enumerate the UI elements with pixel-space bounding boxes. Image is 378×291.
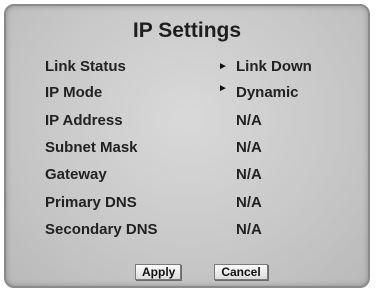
row-ip-address: IP Address N/A bbox=[6, 110, 368, 132]
ip-mode-label: IP Mode bbox=[45, 84, 103, 101]
ip-address-label: IP Address bbox=[45, 112, 123, 129]
cancel-button[interactable]: Cancel bbox=[214, 264, 268, 280]
row-ip-mode: IP Mode ► Dynamic bbox=[6, 82, 368, 104]
link-status-label: Link Status bbox=[45, 58, 126, 75]
subnet-mask-value: N/A bbox=[236, 139, 262, 156]
subnet-mask-label: Subnet Mask bbox=[45, 139, 138, 156]
triangle-right-icon[interactable]: ► bbox=[218, 78, 228, 100]
gateway-label: Gateway bbox=[45, 166, 107, 183]
ip-mode-value[interactable]: Dynamic bbox=[236, 82, 299, 104]
row-gateway: Gateway N/A bbox=[6, 164, 368, 186]
triangle-right-icon[interactable]: ► bbox=[218, 56, 228, 78]
primary-dns-label: Primary DNS bbox=[45, 194, 137, 211]
ip-address-value: N/A bbox=[236, 112, 262, 129]
apply-button[interactable]: Apply bbox=[135, 264, 181, 280]
gateway-value: N/A bbox=[236, 166, 262, 183]
secondary-dns-label: Secondary DNS bbox=[45, 221, 158, 238]
secondary-dns-value: N/A bbox=[236, 221, 262, 238]
row-primary-dns: Primary DNS N/A bbox=[6, 192, 368, 214]
primary-dns-value: N/A bbox=[236, 194, 262, 211]
row-secondary-dns: Secondary DNS N/A bbox=[6, 219, 368, 241]
link-status-value: Link Down bbox=[236, 58, 312, 75]
ip-settings-dialog: IP Settings Link Status ► Link Down IP M… bbox=[4, 4, 370, 288]
row-link-status: Link Status ► Link Down bbox=[6, 56, 368, 78]
row-subnet-mask: Subnet Mask N/A bbox=[6, 137, 368, 159]
dialog-title: IP Settings bbox=[132, 19, 242, 42]
